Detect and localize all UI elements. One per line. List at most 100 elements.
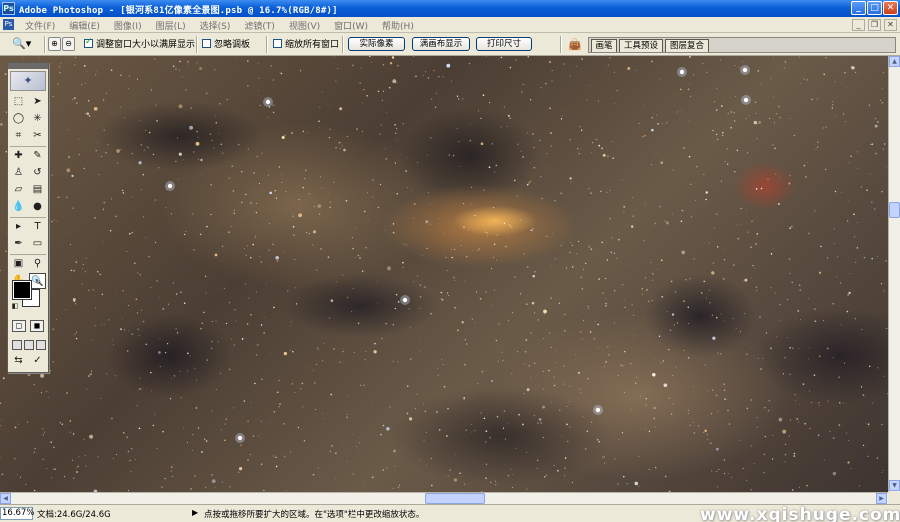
blur-icon[interactable]: 💧: [10, 199, 27, 215]
magic-wand-icon[interactable]: ✳: [29, 111, 46, 127]
palette-well: 画笔 工具预设 图层复合: [588, 37, 896, 53]
zoom-out-icon[interactable]: ⊖: [62, 37, 75, 51]
menu-file[interactable]: 文件(F): [18, 19, 62, 32]
toolbox: ✦ ⬚ ➤ ◯ ✳ ⌗ ✂ ✚ ✎ ♙ ↺ ▱ ▤ 💧 ● ▸ T ✒ ▭ ▣ …: [7, 62, 49, 373]
lasso-icon[interactable]: ◯: [10, 111, 27, 127]
fit-screen-button[interactable]: 满画布显示: [412, 37, 470, 51]
shape-icon[interactable]: ▭: [29, 236, 46, 252]
tool-preset-picker[interactable]: 🔍▾: [12, 37, 38, 51]
brush-icon[interactable]: ✎: [29, 148, 46, 164]
clone-stamp-icon[interactable]: ♙: [10, 165, 27, 181]
type-icon[interactable]: T: [29, 219, 46, 235]
print-size-button[interactable]: 打印尺寸: [476, 37, 532, 51]
jump-to-imageready-icon[interactable]: ⇆: [10, 353, 27, 369]
doc-minimize-button[interactable]: _: [852, 19, 865, 31]
notes-icon[interactable]: ▣: [10, 256, 27, 272]
tab-tool-presets[interactable]: 工具预设: [619, 39, 663, 52]
menu-edit[interactable]: 编辑(E): [62, 19, 107, 32]
menu-layer[interactable]: 图层(L): [149, 19, 193, 32]
doc-restore-button[interactable]: ❐: [868, 19, 881, 31]
maximize-icon: □: [870, 3, 879, 13]
vertical-scroll-thumb[interactable]: [889, 202, 900, 218]
scroll-up-icon[interactable]: ▲: [889, 56, 900, 67]
separator: [342, 36, 344, 53]
menu-help[interactable]: 帮助(H): [375, 19, 421, 32]
tab-brushes[interactable]: 画笔: [591, 39, 617, 52]
eraser-icon[interactable]: ▱: [10, 182, 27, 198]
resize-windows-label: 调整窗口大小以满屏显示: [96, 40, 196, 50]
menu-window[interactable]: 窗口(W): [327, 19, 375, 32]
document-size-info[interactable]: 文档:24.6G/24.6G: [37, 508, 111, 520]
ignore-palettes-checkbox[interactable]: [202, 39, 211, 48]
minimize-button[interactable]: _: [851, 1, 866, 15]
crop-icon[interactable]: ⌗: [10, 128, 27, 144]
scroll-right-icon[interactable]: ▶: [876, 493, 887, 504]
ignore-palettes-label: 忽略调板: [214, 40, 251, 50]
toolbox-divider: [10, 217, 46, 218]
horizontal-scroll-thumb[interactable]: [425, 493, 485, 504]
default-colors-icon[interactable]: ◧: [10, 301, 20, 311]
imageready-icon[interactable]: ✓: [29, 353, 46, 369]
close-button[interactable]: ✕: [883, 1, 898, 15]
separator: [196, 36, 198, 53]
menu-filter[interactable]: 滤镜(T): [237, 19, 282, 32]
tool-hint-text: 点按或拖移所要扩大的区域。在"选项"栏中更改缩放状态。: [204, 510, 425, 520]
watermark: www.xqishuge.com: [700, 505, 900, 522]
toolbox-grip[interactable]: [8, 63, 48, 69]
doc-close-button[interactable]: ✕: [884, 19, 897, 31]
menu-select[interactable]: 选择(S): [193, 19, 238, 32]
menu-bar: Ps 文件(F) 编辑(E) 图像(I) 图层(L) 选择(S) 滤镜(T) 视…: [0, 17, 900, 33]
dodge-icon[interactable]: ●: [29, 199, 46, 215]
zoom-level-field[interactable]: 16.67%: [0, 507, 34, 520]
scroll-corner: [888, 492, 900, 504]
photoshop-app-icon: Ps: [2, 2, 15, 15]
zoom-all-windows-label: 缩放所有窗口: [285, 40, 340, 50]
zoom-mode-group: ⊕ ⊖: [48, 37, 75, 51]
horizontal-scrollbar[interactable]: ◀ ▶: [0, 492, 888, 504]
standard-mode-button[interactable]: ◻: [12, 320, 26, 332]
palette-well-icon[interactable]: 👜: [566, 36, 584, 53]
full-screen-menu-mode-button[interactable]: [24, 340, 34, 350]
scroll-left-icon[interactable]: ◀: [0, 493, 11, 504]
zoom-all-windows-option[interactable]: 缩放所有窗口: [273, 37, 339, 50]
marquee-icon[interactable]: ⬚: [10, 94, 27, 110]
adobe-online-icon[interactable]: ✦: [10, 71, 46, 91]
full-screen-mode-button[interactable]: [36, 340, 46, 350]
resize-windows-checkbox[interactable]: [84, 37, 93, 48]
zoom-all-windows-checkbox[interactable]: [273, 39, 282, 48]
vertical-scrollbar[interactable]: ▲ ▼: [888, 56, 900, 492]
window-title: Adobe Photoshop - [银河系81亿像素全景图.psb @ 16.…: [19, 6, 338, 16]
toolbox-divider: [10, 254, 46, 255]
tab-layer-comps[interactable]: 图层复合: [665, 39, 709, 52]
resize-windows-option[interactable]: 调整窗口大小以满屏显示: [84, 37, 195, 50]
separator: [266, 36, 268, 53]
eyedropper-icon[interactable]: ⚲: [29, 256, 46, 272]
healing-brush-icon[interactable]: ✚: [10, 148, 27, 164]
pen-icon[interactable]: ✒: [10, 236, 27, 252]
zoom-icon: 🔍: [12, 37, 26, 50]
path-selection-icon[interactable]: ▸: [10, 219, 27, 235]
document-canvas[interactable]: [0, 56, 888, 492]
slice-icon[interactable]: ✂: [29, 128, 46, 144]
scroll-down-icon[interactable]: ▼: [889, 480, 900, 491]
separator: [44, 36, 46, 53]
status-menu-arrow-icon[interactable]: ▶: [192, 508, 198, 517]
move-icon[interactable]: ➤: [29, 94, 46, 110]
title-bar: Ps Adobe Photoshop - [银河系81亿像素全景图.psb @ …: [0, 0, 900, 17]
quick-mask-mode-button[interactable]: ◼: [30, 320, 44, 332]
zoom-in-icon[interactable]: ⊕: [48, 37, 61, 51]
separator: [560, 36, 562, 53]
document-icon[interactable]: Ps: [3, 19, 14, 30]
menu-image[interactable]: 图像(I): [107, 19, 149, 32]
actual-pixels-button[interactable]: 实际像素: [348, 37, 405, 51]
maximize-button[interactable]: □: [867, 1, 882, 15]
history-brush-icon[interactable]: ↺: [29, 165, 46, 181]
gradient-icon[interactable]: ▤: [29, 182, 46, 198]
standard-screen-mode-button[interactable]: [12, 340, 22, 350]
ignore-palettes-option[interactable]: 忽略调板: [202, 37, 250, 50]
close-icon: ✕: [886, 3, 895, 13]
foreground-color-swatch[interactable]: [12, 280, 32, 300]
swap-colors-icon[interactable]: ↻: [33, 277, 43, 287]
milky-way-image: [0, 56, 888, 492]
menu-view[interactable]: 视图(V): [282, 19, 327, 32]
